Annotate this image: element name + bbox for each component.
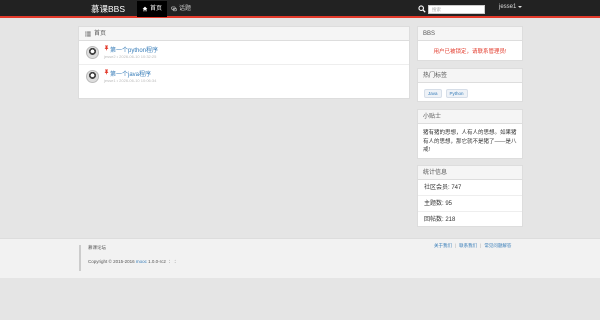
username: jesse1 [499, 4, 517, 10]
stat-topics: 主题数: 95 [418, 196, 522, 212]
topic-meta: jesse2 • 2026-06-10 10:32:25 [104, 54, 157, 59]
copyright-text: Copyright © 2015-2016 [88, 259, 136, 264]
topics-panel-title: 首页 [94, 30, 107, 37]
mooc-link[interactable]: mooc [136, 259, 147, 264]
topic-row[interactable]: 第一个python程序 jesse2 • 2026-06-10 10:32:25 [79, 41, 409, 65]
footer-info: 慕课论坛 Copyright © 2015-2016 mooc 1.0.0-rc… [79, 245, 177, 271]
hot-tags-panel: 热门标签 Java Python [417, 68, 523, 102]
topics-panel: 首页 第一个python程序 jesse2 • 2026-06-10 10:32… [78, 26, 410, 99]
nav-topics-label: 话题 [179, 6, 192, 12]
topic-title-link[interactable]: 第一个python程序 [110, 45, 158, 54]
stats-panel: 统计信息 社区会员: 747 主题数: 95 回帖数: 218 [417, 165, 523, 227]
user-menu[interactable]: jesse1 [499, 4, 523, 10]
tips-panel: 小贴士 猪有猪的思想，人有人的思想。如果猪有人的思想，那它就不是猪了——是八戒! [417, 109, 523, 159]
home-icon [142, 6, 148, 12]
list-icon [85, 31, 91, 36]
bbs-panel-title: BBS [418, 27, 522, 41]
topic-title-link[interactable]: 第一个java程序 [110, 69, 151, 78]
contact-link[interactable]: 联系我们 [459, 243, 477, 249]
stats-title: 统计信息 [418, 166, 522, 180]
tag-java[interactable]: Java [424, 89, 442, 98]
footer-copyright: Copyright © 2015-2016 mooc 1.0.0-rc2 ︰ ︰ [88, 259, 177, 265]
search-input[interactable] [428, 5, 485, 14]
tag-python[interactable]: Python [445, 89, 468, 98]
pin-icon [104, 69, 109, 75]
avatar[interactable] [86, 46, 99, 59]
stat-replies: 回帖数: 218 [424, 217, 456, 223]
comments-icon [171, 6, 177, 12]
topic-row[interactable]: 第一个java程序 jesse1 • 2026-06-10 10:06:34 [79, 65, 409, 89]
faq-link[interactable]: 常见问题解答 [484, 243, 511, 249]
tips-title: 小贴士 [418, 110, 522, 124]
nav-topics[interactable]: 话题 [166, 1, 196, 17]
tips-text: 猪有猪的思想，人有人的思想。如果猪有人的思想，那它就不是猪了——是八戒! [423, 130, 517, 153]
footer-site-name: 慕课论坛 [88, 245, 106, 250]
avatar[interactable] [86, 70, 99, 83]
nav-home-label: 首页 [150, 6, 163, 12]
footer-extra: ︰ ︰ [165, 259, 178, 264]
search-icon[interactable] [418, 5, 426, 13]
top-navbar: 慕课BBS 首页 话题 jesse1 [0, 0, 600, 18]
topic-meta: jesse1 • 2026-06-10 10:06:34 [104, 78, 157, 83]
footer-links: 关于我们 | 联系我们 | 常见问题解答 [434, 243, 512, 249]
hot-tags-title: 热门标签 [418, 69, 522, 83]
locked-user-message: 用户已被锁定，请联系管理员! [433, 49, 507, 55]
footer: 慕课论坛 Copyright © 2015-2016 mooc 1.0.0-rc… [0, 238, 600, 278]
brand-logo[interactable]: 慕课BBS [91, 3, 125, 15]
caret-down-icon [518, 6, 523, 8]
stat-members: 社区会员: 747 [418, 180, 522, 196]
about-link[interactable]: 关于我们 [434, 243, 452, 249]
nav-home[interactable]: 首页 [137, 1, 168, 17]
bbs-panel: BBS 用户已被锁定，请联系管理员! [417, 26, 523, 61]
pin-icon [104, 45, 109, 51]
topics-panel-header: 首页 [79, 27, 409, 41]
version-text: 1.0.0-rc2 [146, 259, 166, 264]
